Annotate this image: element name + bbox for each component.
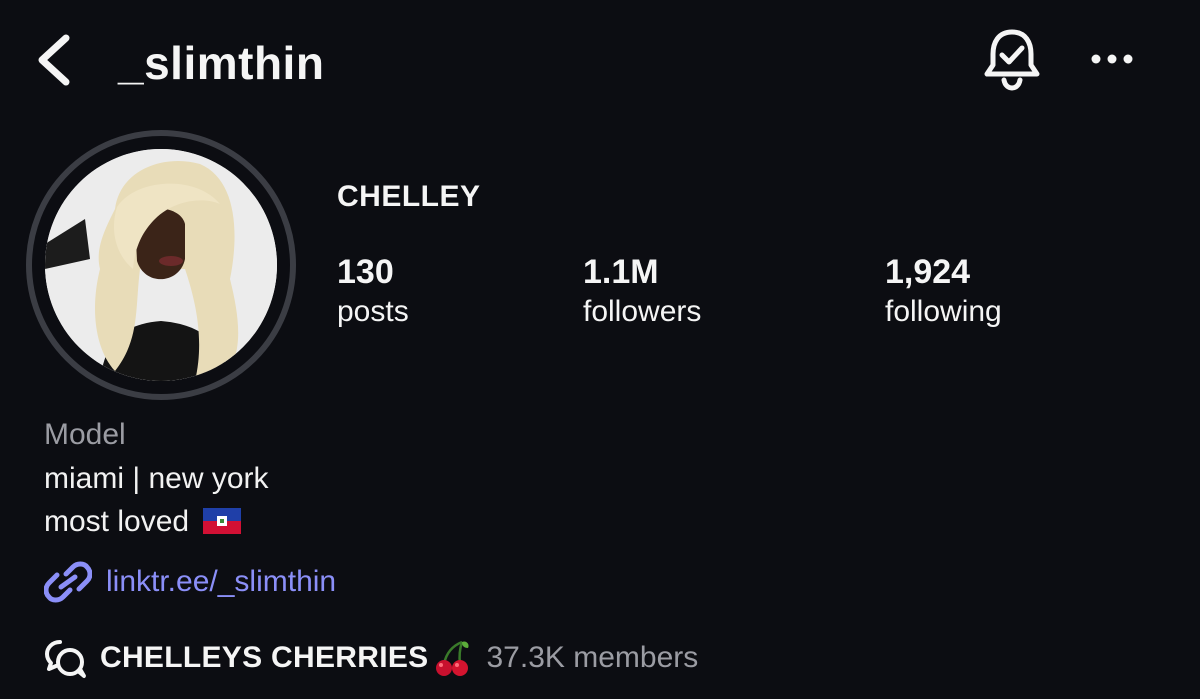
link-icon: [44, 561, 92, 603]
chevron-left-icon: [38, 34, 70, 86]
notifications-button[interactable]: [982, 26, 1042, 92]
back-button[interactable]: [30, 30, 80, 90]
more-options-button[interactable]: [1086, 44, 1138, 74]
posts-count: 130: [337, 253, 394, 291]
channel-members: 37.3K members: [486, 641, 699, 674]
followers-stat[interactable]: 1.1M followers: [583, 252, 701, 332]
bio-line: miami | new york: [44, 462, 269, 496]
channel-name: CHELLEYS CHERRIES: [100, 641, 429, 674]
followers-count: 1.1M: [583, 253, 659, 291]
posts-stat[interactable]: 130 posts: [337, 252, 409, 332]
following-count: 1,924: [885, 253, 971, 291]
bio-category: Model: [44, 418, 126, 451]
cherries-icon: [436, 640, 470, 676]
posts-label: posts: [337, 295, 409, 328]
bio-location: miami | new york: [44, 462, 269, 495]
bio-link[interactable]: linktr.ee/_slimthin: [44, 560, 336, 604]
profile-username: _slimthin: [118, 37, 325, 89]
following-stat[interactable]: 1,924 following: [885, 252, 1002, 332]
bell-check-icon: [984, 29, 1040, 91]
haiti-flag-icon: [203, 508, 242, 534]
bio-line: most loved: [44, 505, 242, 539]
display-name: CHELLEY: [337, 180, 481, 213]
following-label: following: [885, 295, 1002, 328]
bio-tagline: most loved: [44, 505, 190, 538]
followers-label: followers: [583, 295, 702, 328]
bio-link-text: linktr.ee/_slimthin: [106, 565, 337, 598]
avatar[interactable]: [45, 149, 277, 381]
broadcast-chat-icon: [45, 640, 86, 678]
broadcast-channel[interactable]: CHELLEYS CHERRIES 37.3K members: [44, 634, 698, 682]
more-horizontal-icon: [1091, 54, 1133, 64]
profile-photo: [45, 149, 277, 381]
